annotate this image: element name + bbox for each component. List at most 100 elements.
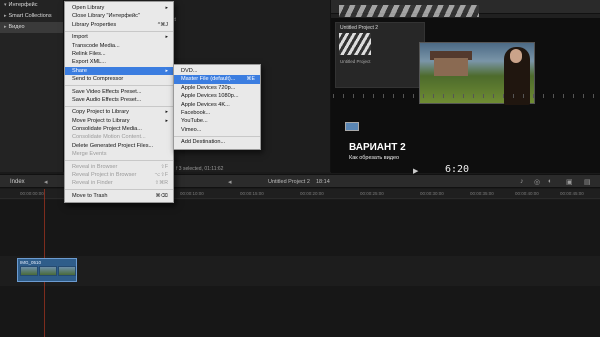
sidebar-item-label: Smart Collections	[8, 13, 52, 19]
caption-subtitle: Как обрезать видео	[349, 155, 400, 161]
menu-item-label: Merge Events	[72, 151, 107, 158]
menu-item-send-to-compressor[interactable]: Send to Compressor	[65, 75, 173, 83]
ruler-tick: 00:00:35:00	[470, 191, 494, 196]
menu-item-share[interactable]: Share ▸	[65, 66, 173, 76]
menu-item-reveal-in-finder: Reveal in Finder ⇧⌘R	[65, 179, 173, 187]
sidebar-item-event[interactable]: ▸ Видео	[0, 22, 63, 33]
menu-item-move-project-to-library[interactable]: Move Project to Library ▸	[65, 117, 173, 125]
menu-shortcut: ⇧⌘R	[154, 180, 168, 187]
menu-item-label: Transcode Media...	[72, 42, 120, 49]
timeline-duration: 18:14	[316, 179, 330, 185]
menu-item-relink-files[interactable]: Relink Files...	[65, 50, 173, 58]
menu-item-save-audio-effects-preset[interactable]: Save Audio Effects Preset...	[65, 96, 173, 104]
ruler-tick: 00:00:00:00	[20, 191, 44, 196]
ruler-tick: 00:00:20:00	[300, 191, 324, 196]
share-item-vimeo[interactable]: Vimeo...	[174, 126, 260, 134]
menu-item-label: Add Destination...	[181, 139, 226, 146]
timeline-nav-icon[interactable]: ◂	[228, 178, 232, 186]
project-thumbnail-label: Untitled Project	[340, 59, 371, 64]
ruler-tick: 00:00:10:00	[180, 191, 204, 196]
menu-item-delete-generated-project-files[interactable]: Delete Generated Project Files...	[65, 142, 173, 150]
menu-item-label: Reveal in Finder	[72, 180, 113, 187]
menu-item-label: Consolidate Project Media...	[72, 126, 142, 133]
menu-item-label: Reveal in Browser	[72, 163, 118, 170]
menu-shortcut: ⇧F	[160, 163, 168, 170]
project-thumbnail[interactable]	[339, 33, 371, 55]
sidebar-item-library[interactable]: ▾ Интерфейс	[0, 0, 63, 11]
clip-thumbnail	[20, 266, 38, 276]
effects-browser-icon[interactable]: ▤	[584, 178, 591, 186]
menu-item-label: Move to Trash	[72, 192, 108, 199]
menu-item-label: Vimeo...	[181, 126, 202, 133]
primary-storyline	[0, 256, 600, 286]
headphones-icon[interactable]: ◎	[534, 178, 540, 186]
menu-item-transcode-media[interactable]: Transcode Media...	[65, 42, 173, 50]
menu-item-export-xml[interactable]: Export XML...	[65, 58, 173, 66]
menu-item-import[interactable]: Import ▸	[65, 33, 173, 41]
solo-icon[interactable]: ◐	[548, 178, 552, 185]
browser-status-text: f 3 selected, 01:11:62	[176, 166, 224, 172]
disclosure-triangle-icon[interactable]: ▸	[4, 24, 7, 30]
clip-thumbnail	[39, 266, 57, 276]
menu-item-label: Consolidate Motion Content...	[72, 134, 146, 141]
menu-item-close-library-интерфейс[interactable]: Close Library "Интерфейс"	[65, 12, 173, 20]
menu-separator	[174, 135, 260, 137]
viewer-ruler	[333, 94, 599, 98]
disclosure-triangle-icon[interactable]: ▾	[4, 2, 7, 8]
share-item-apple-devices-4k[interactable]: Apple Devices 4K...	[174, 101, 260, 109]
menu-item-label: Reveal Project in Browser	[72, 172, 137, 179]
viewer-canvas: Untitled Project 2 Untitled Project ВАРИ…	[331, 18, 600, 173]
menu-shortcut: ⌘⌫	[155, 192, 168, 199]
menu-item-label: Import	[72, 34, 88, 41]
project-title: Untitled Project 2	[340, 25, 379, 31]
share-item-dvd[interactable]: DVD...	[174, 67, 260, 75]
ruler-tick: 00:00:45:00	[560, 191, 584, 196]
menu-item-reveal-project-in-browser: Reveal Project in Browser ⌥⇧F	[65, 171, 173, 179]
menu-item-label: Export XML...	[72, 59, 106, 66]
share-item-master-file-default[interactable]: Master File (default)... ⌘E	[174, 75, 260, 84]
clip-appearance-icon[interactable]: ▣	[566, 178, 573, 186]
menu-item-open-library[interactable]: Open Library ▸	[65, 4, 173, 12]
share-item-apple-devices-1080p[interactable]: Apple Devices 1080p...	[174, 92, 260, 100]
menu-separator	[65, 160, 173, 162]
project-panel: Untitled Project 2 Untitled Project	[335, 22, 425, 88]
face-shape	[510, 49, 522, 63]
menu-item-label: Relink Files...	[72, 50, 106, 57]
timeline-clip[interactable]: IMG_0510	[17, 258, 77, 282]
menu-item-label: Share	[72, 67, 87, 74]
menu-item-label: Master File (default)...	[181, 76, 236, 83]
share-item-facebook[interactable]: Facebook...	[174, 109, 260, 117]
clapperboard-icon	[339, 5, 479, 17]
menu-item-move-to-trash[interactable]: Move to Trash ⌘⌫	[65, 192, 173, 200]
menu-shortcut: ⌥⇧F	[154, 172, 169, 179]
share-item-youtube[interactable]: YouTube...	[174, 117, 260, 125]
clip-thumbnail	[58, 266, 76, 276]
caption-thumbnail	[345, 122, 359, 131]
menu-item-label: Close Library "Интерфейс"	[72, 13, 140, 20]
menu-item-label: Save Audio Effects Preset...	[72, 96, 142, 103]
menu-item-consolidate-project-media[interactable]: Consolidate Project Media...	[65, 125, 173, 133]
sidebar-item-smart-collections[interactable]: ▸ Smart Collections	[0, 11, 63, 22]
menu-separator	[65, 189, 173, 191]
submenu-arrow-icon: ▸	[165, 34, 168, 41]
timeline-back-icon[interactable]: ◂	[44, 178, 48, 186]
menu-item-reveal-in-browser: Reveal in Browser ⇧F	[65, 163, 173, 171]
disclosure-triangle-icon[interactable]: ▸	[4, 13, 7, 19]
menu-item-label: Apple Devices 4K...	[181, 101, 230, 108]
menu-shortcut: ⌘E	[246, 76, 255, 83]
menu-item-library-properties[interactable]: Library Properties ^⌘J	[65, 21, 173, 29]
menu-item-label: YouTube...	[181, 118, 208, 125]
menu-item-copy-project-to-library[interactable]: Copy Project to Library ▸	[65, 108, 173, 116]
timeline-tracks[interactable]	[0, 200, 600, 337]
share-item-apple-devices-720p[interactable]: Apple Devices 720p...	[174, 84, 260, 92]
caption-title: ВАРИАНТ 2	[349, 142, 406, 153]
menu-item-label: Apple Devices 1080p...	[181, 93, 239, 100]
index-button[interactable]: Index	[10, 179, 25, 185]
share-item-add-destination[interactable]: Add Destination...	[174, 138, 260, 146]
menu-item-label: Send to Compressor	[72, 76, 124, 83]
menu-item-save-video-effects-preset[interactable]: Save Video Effects Preset...	[65, 88, 173, 96]
ruler-tick: 00:00:40:00	[515, 191, 539, 196]
menu-shortcut: ^⌘J	[157, 21, 168, 28]
menu-item-label: Save Video Effects Preset...	[72, 88, 142, 95]
audio-skimming-icon[interactable]: ♪	[520, 178, 524, 185]
